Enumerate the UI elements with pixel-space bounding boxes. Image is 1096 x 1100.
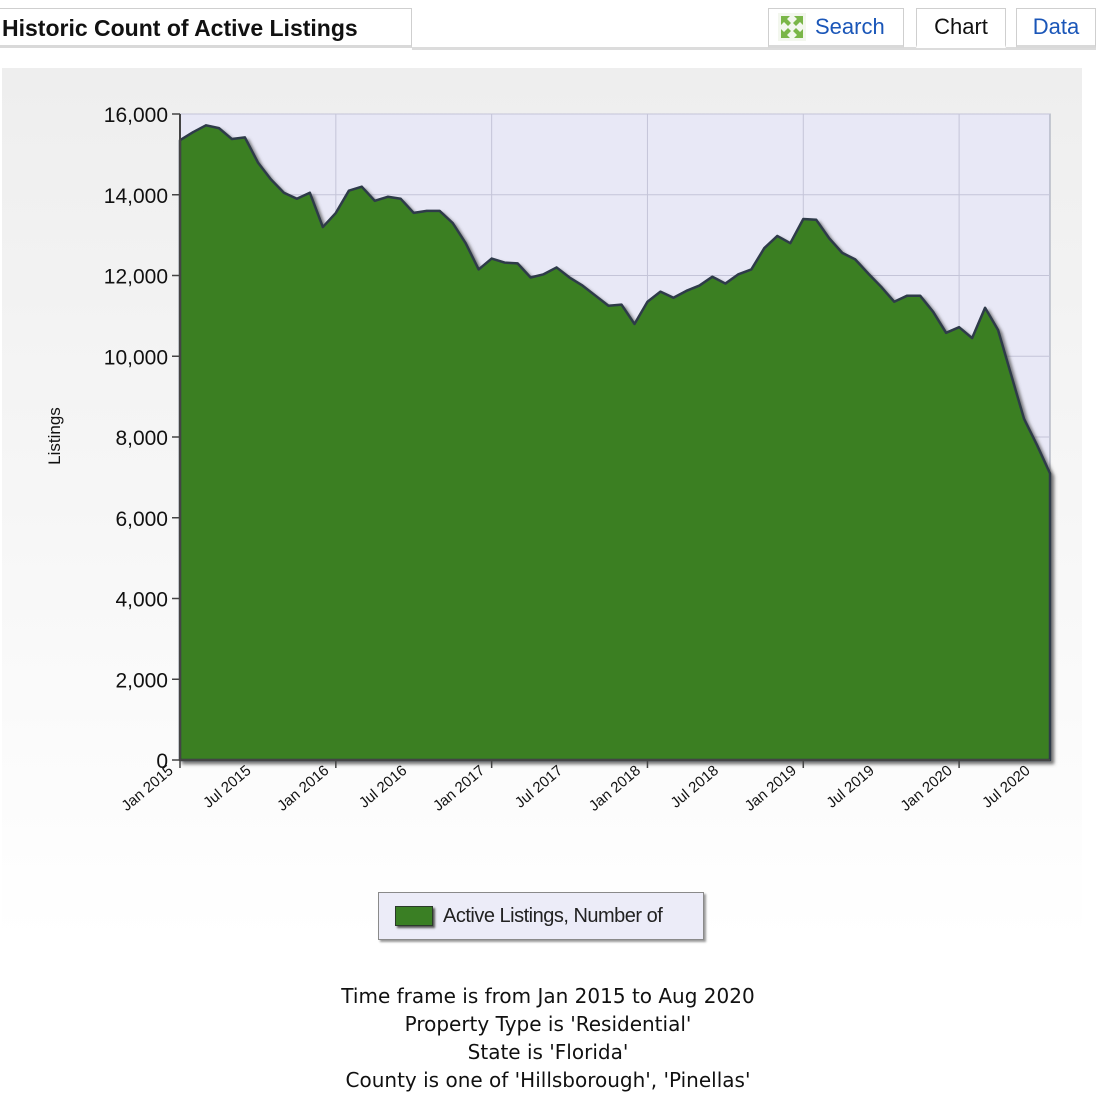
x-tick-label: Jul 2020 xyxy=(979,762,1033,811)
x-tick-label: Jul 2015 xyxy=(200,762,254,811)
y-tick-label: 10,000 xyxy=(104,346,168,369)
y-axis-label: Listings xyxy=(45,407,64,465)
expand-icon xyxy=(778,13,806,41)
y-tick-label: 4,000 xyxy=(115,589,168,612)
x-tick-label: Jan 2019 xyxy=(742,762,800,815)
x-tick-label: Jan 2016 xyxy=(274,762,332,815)
tab-data-label: Data xyxy=(1032,14,1080,39)
x-tick-label: Jan 2020 xyxy=(897,762,955,815)
y-tick-label: 2,000 xyxy=(115,669,168,692)
tab-data[interactable]: Data xyxy=(1016,8,1096,48)
area-chart: 02,0004,0006,0008,00010,00012,00014,0001… xyxy=(45,104,1052,815)
y-tick-label: 16,000 xyxy=(104,104,168,127)
criteria-footer: Time frame is from Jan 2015 to Aug 2020 … xyxy=(0,982,1096,1094)
x-tick-label: Jan 2018 xyxy=(586,762,644,815)
chart-panel: 0 2,000 4,000 6,000 8,000 10,000 12,000 14,000 1… xyxy=(2,68,1082,942)
tab-search[interactable]: Search xyxy=(768,8,904,48)
footer-line-state: State is 'Florida' xyxy=(467,1040,629,1064)
page-title: Historic Count of Active Listings xyxy=(2,15,358,41)
y-tick-label: 14,000 xyxy=(104,185,168,208)
tab-chart-label: Chart xyxy=(934,14,988,39)
x-tick-label: Jan 2015 xyxy=(118,762,176,815)
y-tick-label: 6,000 xyxy=(115,508,168,531)
x-tick-label: Jul 2018 xyxy=(668,762,722,811)
legend: Active Listings, Number of xyxy=(378,892,704,940)
tab-chart[interactable]: Chart xyxy=(916,8,1006,48)
legend-label: Active Listings, Number of xyxy=(443,904,663,927)
x-tick-label: Jul 2017 xyxy=(512,762,566,811)
tab-search-label: Search xyxy=(815,14,885,39)
legend-swatch xyxy=(395,906,433,926)
title-box: Historic Count of Active Listings xyxy=(0,8,412,48)
footer-line-property-type: Property Type is 'Residential' xyxy=(404,1012,692,1036)
x-tick-label: Jul 2016 xyxy=(356,762,410,811)
footer-line-county: County is one of 'Hillsborough', 'Pinell… xyxy=(345,1068,751,1092)
x-tick-label: Jul 2019 xyxy=(823,762,877,811)
footer-line-timeframe: Time frame is from Jan 2015 to Aug 2020 xyxy=(341,984,755,1008)
y-tick-label: 8,000 xyxy=(115,427,168,450)
x-tick-label: Jan 2017 xyxy=(430,762,488,815)
y-tick-label: 12,000 xyxy=(104,266,168,289)
